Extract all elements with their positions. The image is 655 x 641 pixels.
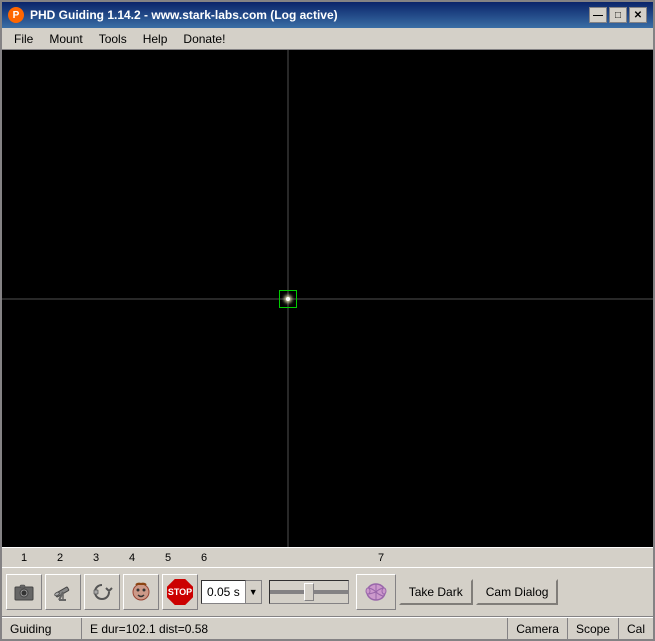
stop-button[interactable]: STOP xyxy=(162,574,198,610)
toolbar-numbers: 1 2 3 4 5 6 7 xyxy=(2,547,653,567)
tool-num-8: 7 xyxy=(356,552,406,564)
status-scope: Scope xyxy=(568,618,619,639)
tool-num-6: 6 xyxy=(186,552,222,564)
minimize-button[interactable]: — xyxy=(589,7,607,23)
title-bar-left: P PHD Guiding 1.14.2 - www.stark-labs.co… xyxy=(8,7,338,23)
exposure-control: 0.05 s ▼ xyxy=(201,580,262,604)
gain-slider[interactable] xyxy=(269,580,349,604)
brain-icon xyxy=(362,578,390,606)
menu-bar: File Mount Tools Help Donate! xyxy=(2,28,653,50)
status-guiding: Guiding xyxy=(2,618,82,639)
status-cal: Cal xyxy=(619,618,653,639)
brain-button[interactable] xyxy=(356,574,396,610)
menu-donate[interactable]: Donate! xyxy=(175,30,233,48)
tool-num-2: 2 xyxy=(42,552,78,564)
maximize-button[interactable]: □ xyxy=(609,7,627,23)
slider-thumb[interactable] xyxy=(304,583,314,601)
star-indicator xyxy=(286,297,290,301)
tool-num-5: 5 xyxy=(150,552,186,564)
title-text: PHD Guiding 1.14.2 - www.stark-labs.com … xyxy=(30,8,338,22)
tool-num-3: 3 xyxy=(78,552,114,564)
status-camera: Camera xyxy=(508,618,568,639)
loop-icon xyxy=(91,581,113,603)
star-selection-box xyxy=(279,290,297,308)
camera-view xyxy=(2,50,653,547)
status-exposure: E dur=102.1 dist=0.58 xyxy=(82,618,508,639)
slider-track xyxy=(270,590,348,594)
connect-telescope-button[interactable] xyxy=(45,574,81,610)
exposure-value[interactable]: 0.05 s xyxy=(201,580,246,604)
title-bar: P PHD Guiding 1.14.2 - www.stark-labs.co… xyxy=(2,2,653,28)
menu-mount[interactable]: Mount xyxy=(41,30,90,48)
camera-icon xyxy=(13,581,35,603)
app-window: P PHD Guiding 1.14.2 - www.stark-labs.co… xyxy=(0,0,655,641)
take-dark-button[interactable]: Take Dark xyxy=(399,579,473,605)
menu-file[interactable]: File xyxy=(6,30,41,48)
crosshair-horizontal xyxy=(2,298,653,299)
toolbar: STOP 0.05 s ▼ xyxy=(2,567,653,617)
cam-dialog-button[interactable]: Cam Dialog xyxy=(476,579,559,605)
tool-num-4: 4 xyxy=(114,552,150,564)
open-camera-button[interactable] xyxy=(6,574,42,610)
status-bar: Guiding E dur=102.1 dist=0.58 Camera Sco… xyxy=(2,617,653,639)
app-icon: P xyxy=(8,7,24,23)
guide-star-button[interactable] xyxy=(123,574,159,610)
exposure-dropdown-button[interactable]: ▼ xyxy=(246,580,262,604)
window-controls: — □ ✕ xyxy=(589,7,647,23)
tool-num-1: 1 xyxy=(6,552,42,564)
stop-icon: STOP xyxy=(167,579,193,605)
guide-star-icon xyxy=(130,581,152,603)
menu-help[interactable]: Help xyxy=(135,30,176,48)
menu-tools[interactable]: Tools xyxy=(91,30,135,48)
telescope-icon xyxy=(52,581,74,603)
loop-button[interactable] xyxy=(84,574,120,610)
close-button[interactable]: ✕ xyxy=(629,7,647,23)
